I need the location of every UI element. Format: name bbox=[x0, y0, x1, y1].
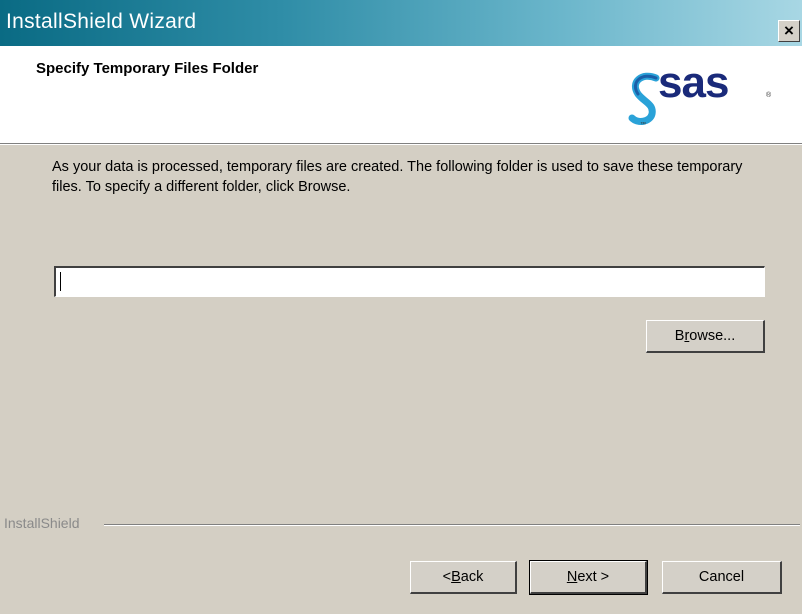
temp-folder-path-input[interactable] bbox=[54, 266, 765, 297]
text-caret bbox=[60, 272, 61, 291]
cancel-button[interactable]: Cancel bbox=[662, 561, 782, 594]
close-button[interactable]: × bbox=[778, 20, 800, 42]
sas-logo-icon: sas ™ ® bbox=[628, 58, 778, 132]
logo-registered: ® bbox=[766, 92, 772, 99]
footer-divider bbox=[104, 524, 800, 526]
header-divider bbox=[0, 144, 802, 145]
back-button[interactable]: < Back bbox=[410, 561, 517, 594]
back-label-pre: < bbox=[442, 569, 452, 585]
page-title: Specify Temporary Files Folder bbox=[36, 60, 259, 77]
logo-trademark: ™ bbox=[640, 122, 646, 128]
title-bar[interactable]: InstallShield Wizard × bbox=[0, 0, 802, 46]
browse-button[interactable]: Br owse... bbox=[646, 320, 765, 353]
next-label-post: ext > bbox=[577, 569, 610, 585]
installshield-wizard-window: InstallShield Wizard × Specify Temporary… bbox=[0, 0, 802, 614]
window-title: InstallShield Wizard bbox=[6, 10, 197, 33]
back-label-post: ack bbox=[460, 569, 484, 585]
sas-logo-text: sas bbox=[658, 58, 729, 107]
browse-label-pre: B bbox=[674, 328, 685, 344]
next-button[interactable]: Next > bbox=[529, 560, 648, 595]
sas-swoosh-icon bbox=[628, 72, 660, 125]
close-icon: × bbox=[784, 21, 794, 40]
header-panel: Specify Temporary Files Folder sas ™ ® bbox=[0, 46, 802, 144]
next-label-accel: N bbox=[566, 569, 578, 585]
back-label-accel: B bbox=[451, 569, 461, 585]
description-text: As your data is processed, temporary fil… bbox=[52, 159, 743, 195]
cancel-label: Cancel bbox=[698, 569, 745, 585]
browse-label-post: owse... bbox=[689, 328, 736, 344]
installshield-brand-label: InstallShield bbox=[4, 515, 80, 531]
